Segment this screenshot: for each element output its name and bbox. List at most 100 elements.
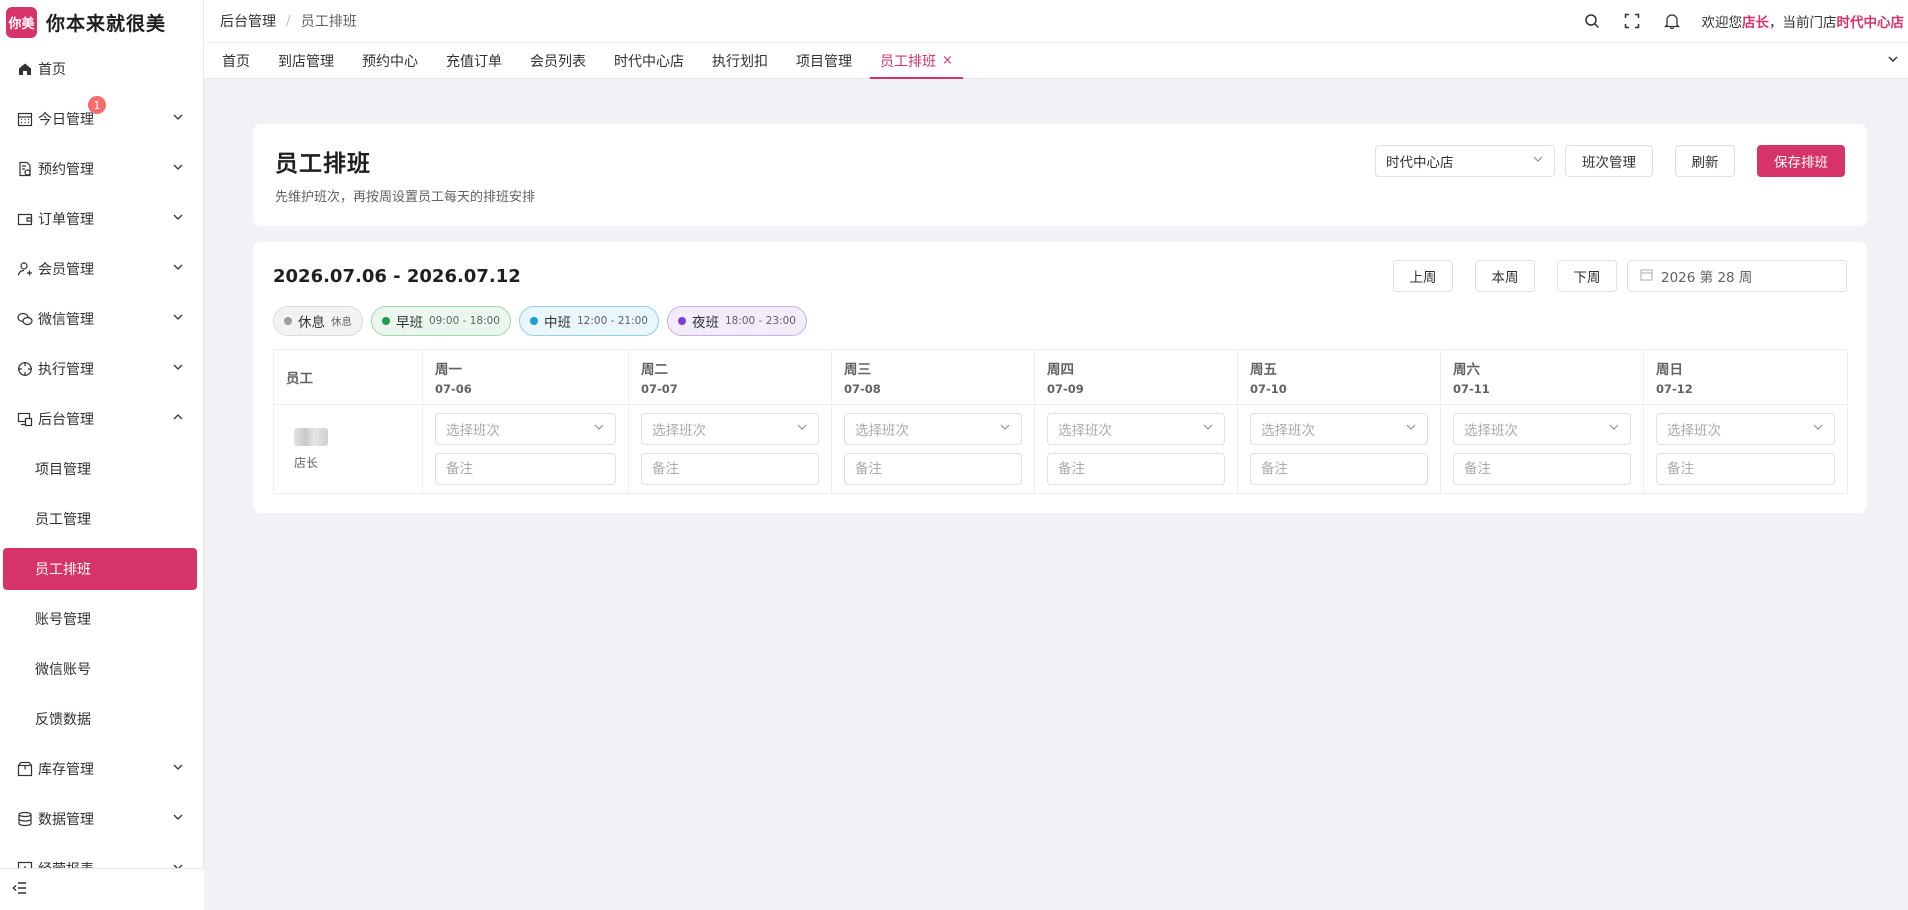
shift-name: 早班 <box>396 315 423 331</box>
chevron-down-icon <box>999 421 1011 437</box>
shift-select[interactable]: 选择班次 <box>641 413 819 445</box>
prev-week-button[interactable]: 上周 <box>1393 260 1453 292</box>
shift-select-placeholder: 选择班次 <box>446 423 500 439</box>
note-input[interactable] <box>1656 453 1835 485</box>
note-input[interactable] <box>1453 453 1631 485</box>
chevron-down-icon <box>1812 421 1824 437</box>
shift-color-dot <box>677 317 686 325</box>
note-input[interactable] <box>1250 453 1428 485</box>
shift-select-placeholder: 选择班次 <box>855 423 909 439</box>
refresh-button[interactable]: 刷新 <box>1675 145 1735 177</box>
day-date: 07-11 <box>1453 382 1490 396</box>
shift-select[interactable]: 选择班次 <box>1250 413 1428 445</box>
sidebar-item-home[interactable]: 首页 <box>0 44 203 94</box>
sidebar-item-data[interactable]: 数据管理 <box>0 794 203 844</box>
booking-icon <box>16 160 34 178</box>
shift-select[interactable]: 选择班次 <box>1453 413 1631 445</box>
shift-select[interactable]: 选择班次 <box>844 413 1022 445</box>
breadcrumb-separator: / <box>286 13 291 29</box>
schedule-cell: 选择班次 <box>422 404 629 494</box>
page-subtitle: 先维护班次，再按周设置员工每天的排班安排 <box>275 190 536 205</box>
chevron-down-icon <box>593 421 605 437</box>
tab-projects[interactable]: 项目管理 <box>786 43 862 78</box>
schedule-cell: 选择班次 <box>1237 404 1441 494</box>
sidebar-sub-item-feedback[interactable]: 反馈数据 <box>0 694 203 744</box>
shift-legend-chip: 休息 休息 <box>273 306 363 336</box>
sidebar-item-reports[interactable]: 经营报表 <box>0 844 203 868</box>
sidebar-sub-item-staff[interactable]: 员工管理 <box>0 494 203 544</box>
tab-member-list[interactable]: 会员列表 <box>520 43 596 78</box>
shift-manage-button[interactable]: 班次管理 <box>1565 145 1653 177</box>
note-input[interactable] <box>844 453 1022 485</box>
shift-name: 夜班 <box>691 315 719 331</box>
sidebar-item-today[interactable]: 今日管理 1 <box>0 94 203 144</box>
shift-name: 休息 <box>298 315 325 331</box>
shift-select[interactable]: 选择班次 <box>1047 413 1225 445</box>
chevron-down-icon <box>1532 153 1544 169</box>
sidebar-item-label: 订单管理 <box>38 212 94 228</box>
day-name: 周六 <box>1453 362 1480 378</box>
tabs-dropdown-button[interactable] <box>1878 43 1908 78</box>
sidebar-sub-item-projects[interactable]: 项目管理 <box>0 444 203 494</box>
tab-store[interactable]: 时代中心店 <box>604 43 694 78</box>
day-column-header: 周二 07-07 <box>628 349 832 405</box>
sidebar-item-members[interactable]: 会员管理 <box>0 244 203 294</box>
sidebar-item-label: 执行管理 <box>38 362 94 378</box>
sidebar-menu: 首页 今日管理 1 预约管理 订单管理 会员管理 微信管理 执行管理 后台管理 … <box>0 44 203 868</box>
save-schedule-button[interactable]: 保存排班 <box>1757 145 1845 177</box>
monitor-icon <box>16 410 34 428</box>
tab-recharge-orders[interactable]: 充值订单 <box>436 43 512 78</box>
fullscreen-icon[interactable] <box>1622 11 1642 31</box>
breadcrumb-item[interactable]: 后台管理 <box>220 11 276 31</box>
day-name: 周日 <box>1656 362 1683 378</box>
sidebar-sub-item-schedule[interactable]: 员工排班 <box>3 548 197 590</box>
employee-name-blurred <box>294 427 328 446</box>
chevron-down-icon <box>171 160 185 178</box>
shift-legend: 休息 休息 早班 09:00 - 18:00 中班 12:00 - 21:00 夜班 18:0… <box>273 306 815 336</box>
store-select[interactable]: 时代中心店 <box>1375 145 1555 177</box>
sidebar-item-booking[interactable]: 预约管理 <box>0 144 203 194</box>
breadcrumb-current: 员工排班 <box>300 14 357 30</box>
sidebar-item-wechat[interactable]: 微信管理 <box>0 294 203 344</box>
sidebar-item-execution[interactable]: 执行管理 <box>0 344 203 394</box>
bell-icon[interactable] <box>1662 11 1682 31</box>
sidebar-collapse-button[interactable] <box>0 868 204 910</box>
tab-checkin[interactable]: 到店管理 <box>268 43 344 78</box>
note-input[interactable] <box>1047 453 1225 485</box>
shift-select[interactable]: 选择班次 <box>1656 413 1835 445</box>
sidebar-item-label: 经营报表 <box>38 859 171 868</box>
note-input[interactable] <box>641 453 819 485</box>
week-picker[interactable]: 2026 第 28 周 <box>1627 260 1847 292</box>
tab-booking-center[interactable]: 预约中心 <box>352 43 428 78</box>
schedule-cell: 选择班次 <box>1643 404 1848 494</box>
tab-schedule[interactable]: 员工排班 × <box>870 43 963 79</box>
tab-home[interactable]: 首页 <box>212 43 260 78</box>
this-week-button[interactable]: 本周 <box>1475 260 1535 292</box>
sidebar-item-label: 首页 <box>38 62 66 78</box>
app-logo[interactable]: 你美 你本来就很美 <box>0 0 203 44</box>
sidebar-item-orders[interactable]: 订单管理 <box>0 194 203 244</box>
shift-name: 中班 <box>543 315 571 331</box>
shift-select[interactable]: 选择班次 <box>435 413 616 445</box>
current-store: 时代中心店 <box>1836 15 1905 31</box>
day-name: 周三 <box>844 362 871 378</box>
close-icon[interactable]: × <box>942 53 953 68</box>
chevron-down-icon <box>1886 52 1900 70</box>
sidebar-item-backend[interactable]: 后台管理 <box>0 394 203 444</box>
search-icon[interactable] <box>1582 11 1602 31</box>
note-input[interactable] <box>435 453 616 485</box>
sidebar-sub-item-wechat-accounts[interactable]: 微信账号 <box>0 644 203 694</box>
store-select-value: 时代中心店 <box>1386 155 1454 171</box>
schedule-cell: 选择班次 <box>1034 404 1238 494</box>
shift-time: 09:00 - 18:00 <box>429 315 500 327</box>
schedule-cell: 选择班次 <box>831 404 1035 494</box>
collapse-menu-icon <box>12 880 28 900</box>
shift-color-dot <box>382 317 390 325</box>
day-name: 周一 <box>435 362 462 378</box>
next-week-button[interactable]: 下周 <box>1557 260 1617 292</box>
sidebar-item-inventory[interactable]: 库存管理 <box>0 744 203 794</box>
week-picker-value: 2026 第 28 周 <box>1661 270 1753 286</box>
day-column-header: 周四 07-09 <box>1034 349 1238 405</box>
tab-execution[interactable]: 执行划扣 <box>702 43 778 78</box>
sidebar-sub-item-accounts[interactable]: 账号管理 <box>0 594 203 644</box>
